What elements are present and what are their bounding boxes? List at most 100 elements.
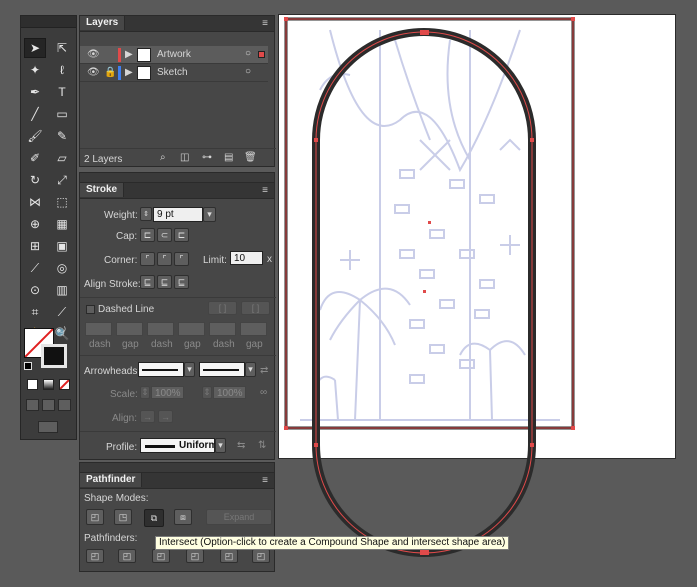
magic-wand-icon[interactable]: ✦ bbox=[24, 60, 46, 80]
panel-menu-icon[interactable]: ≡ bbox=[262, 185, 268, 196]
eraser-icon[interactable]: ▱ bbox=[51, 148, 73, 168]
swap-arrowheads-icon[interactable]: ⇄ bbox=[260, 365, 268, 376]
panel-menu-icon[interactable]: ≡ bbox=[262, 475, 268, 486]
end-arrowhead-select[interactable] bbox=[199, 362, 245, 377]
layer-name[interactable]: Sketch bbox=[157, 67, 188, 78]
pencil-icon[interactable]: ✎ bbox=[51, 126, 73, 146]
limit-field[interactable]: 10 bbox=[230, 251, 263, 265]
weight-stepper[interactable]: ⇕ bbox=[140, 207, 152, 221]
tab-stroke[interactable]: Stroke bbox=[80, 183, 125, 197]
direct-selection-icon[interactable]: ⇱ bbox=[51, 38, 73, 58]
align-outside-button[interactable]: ⊑ bbox=[174, 275, 189, 289]
divide-button[interactable]: ◰ bbox=[86, 549, 104, 563]
align-center-button[interactable]: ⊑ bbox=[140, 275, 155, 289]
eyedropper-icon[interactable]: ⟋ bbox=[24, 258, 46, 278]
tab-layers[interactable]: Layers bbox=[80, 16, 126, 30]
blend-icon[interactable]: ◎ bbox=[51, 258, 73, 278]
symbol-sprayer-icon[interactable]: ⊙ bbox=[24, 280, 46, 300]
draw-behind-icon[interactable] bbox=[42, 399, 55, 411]
dash-field-1[interactable] bbox=[85, 322, 112, 336]
visibility-eye-icon[interactable]: 👁 bbox=[87, 49, 100, 60]
lasso-icon[interactable]: ℓ bbox=[51, 60, 73, 80]
pathfinder-topbar[interactable] bbox=[80, 463, 274, 473]
trim-button[interactable]: ◰ bbox=[118, 549, 136, 563]
unite-button[interactable]: ◰ bbox=[86, 509, 104, 525]
pen-icon[interactable]: ✒ bbox=[24, 82, 46, 102]
type-icon[interactable]: T bbox=[51, 82, 73, 102]
free-transform-icon[interactable]: ⬚ bbox=[51, 192, 73, 212]
slice-icon[interactable]: ⟋ bbox=[51, 302, 73, 322]
scale-field-1[interactable]: 100% bbox=[151, 386, 184, 399]
width-icon[interactable]: ⋈ bbox=[24, 192, 46, 212]
scale-field-2[interactable]: 100% bbox=[213, 386, 246, 399]
arrow-tip-at-end-button[interactable]: → bbox=[158, 410, 173, 423]
default-colors-icon[interactable] bbox=[24, 362, 32, 370]
projecting-cap-button[interactable]: ⊏ bbox=[174, 228, 189, 242]
scale-stepper-2[interactable]: ⇕ bbox=[202, 386, 212, 399]
target-circle-icon[interactable]: ○ bbox=[245, 66, 251, 77]
lock-icon[interactable]: 🔒 bbox=[104, 67, 116, 78]
expand-button[interactable]: Expand bbox=[206, 509, 272, 525]
dash-field-2[interactable] bbox=[147, 322, 174, 336]
rectangle-icon[interactable]: ▭ bbox=[51, 104, 73, 124]
profile-select[interactable]: Uniform bbox=[140, 438, 217, 453]
intersect-button[interactable]: ⧉ bbox=[144, 509, 164, 527]
arrow-tip-beyond-button[interactable]: → bbox=[140, 410, 155, 423]
flip-along-icon[interactable]: ⇆ bbox=[237, 440, 245, 451]
align-dashes-button[interactable]: [ ] bbox=[241, 301, 270, 315]
locate-object-icon[interactable]: ⌕ bbox=[160, 152, 166, 163]
gap-field-3[interactable] bbox=[240, 322, 267, 336]
link-scale-icon[interactable]: ∞ bbox=[260, 387, 267, 398]
visibility-eye-icon[interactable]: 👁 bbox=[87, 67, 100, 78]
preserve-dashes-button[interactable]: [ ] bbox=[208, 301, 237, 315]
start-arrowhead-select[interactable] bbox=[138, 362, 184, 377]
profile-dropdown[interactable]: ▾ bbox=[215, 438, 226, 453]
scale-stepper-1[interactable]: ⇕ bbox=[140, 386, 150, 399]
blob-brush-icon[interactable]: ✐ bbox=[24, 148, 46, 168]
layer-name[interactable]: Artwork bbox=[157, 49, 191, 60]
tools-panel-header[interactable] bbox=[21, 16, 76, 28]
minus-front-button[interactable]: ◳ bbox=[114, 509, 132, 525]
expand-arrow-icon[interactable]: ▶ bbox=[125, 67, 133, 78]
perspective-grid-icon[interactable]: ▦ bbox=[51, 214, 73, 234]
artboard-icon[interactable]: ⌗ bbox=[24, 302, 46, 322]
new-layer-icon[interactable]: ▤ bbox=[224, 152, 233, 163]
expand-arrow-icon[interactable]: ▶ bbox=[125, 49, 133, 60]
start-arrowhead-dropdown[interactable]: ▾ bbox=[184, 362, 195, 377]
align-inside-button[interactable]: ⊑ bbox=[157, 275, 172, 289]
line-icon[interactable]: ╱ bbox=[24, 104, 46, 124]
gap-field-2[interactable] bbox=[178, 322, 205, 336]
dash-field-3[interactable] bbox=[209, 322, 236, 336]
weight-dropdown[interactable]: ▾ bbox=[203, 207, 216, 222]
column-graph-icon[interactable]: ▥ bbox=[51, 280, 73, 300]
new-sublayer-icon[interactable]: ⊶ bbox=[202, 152, 212, 163]
miter-join-button[interactable]: ⌜ bbox=[140, 252, 155, 266]
swap-icon[interactable]: ⤾ bbox=[56, 324, 68, 336]
selection-tool-icon[interactable]: ➤ bbox=[24, 38, 46, 58]
layer-row-sketch[interactable]: 👁 🔒 ▶ Sketch ○ bbox=[80, 64, 268, 82]
scale-icon[interactable]: ⤢ bbox=[51, 170, 73, 190]
bevel-join-button[interactable]: ⌜ bbox=[174, 252, 189, 266]
butt-cap-button[interactable]: ⊏ bbox=[140, 228, 155, 242]
paintbrush-icon[interactable]: 🖌 bbox=[24, 126, 46, 146]
layer-row-artwork[interactable]: 👁 ▶ Artwork ○ bbox=[80, 46, 268, 64]
dashed-line-checkbox[interactable] bbox=[86, 305, 95, 314]
gradient-mode-icon[interactable] bbox=[43, 379, 54, 390]
none-mode-icon[interactable] bbox=[59, 379, 70, 390]
tab-pathfinder[interactable]: Pathfinder bbox=[80, 473, 143, 487]
clipping-mask-icon[interactable]: ◫ bbox=[180, 152, 189, 163]
selection-indicator-icon[interactable] bbox=[258, 51, 265, 58]
minus-back-button[interactable]: ◰ bbox=[252, 549, 270, 563]
weight-field[interactable]: 9 pt bbox=[153, 207, 203, 222]
panel-menu-icon[interactable]: ≡ bbox=[262, 18, 268, 29]
rotate-icon[interactable]: ↻ bbox=[24, 170, 46, 190]
round-cap-button[interactable]: ⊂ bbox=[157, 228, 172, 242]
end-arrowhead-dropdown[interactable]: ▾ bbox=[245, 362, 256, 377]
delete-layer-icon[interactable]: 🗑 bbox=[244, 152, 257, 163]
draw-inside-icon[interactable] bbox=[58, 399, 71, 411]
mesh-icon[interactable]: ⊞ bbox=[24, 236, 46, 256]
gap-field-1[interactable] bbox=[116, 322, 143, 336]
exclude-button[interactable]: ⧈ bbox=[174, 509, 192, 525]
flip-across-icon[interactable]: ⇅ bbox=[258, 440, 266, 451]
target-circle-icon[interactable]: ○ bbox=[245, 48, 251, 59]
